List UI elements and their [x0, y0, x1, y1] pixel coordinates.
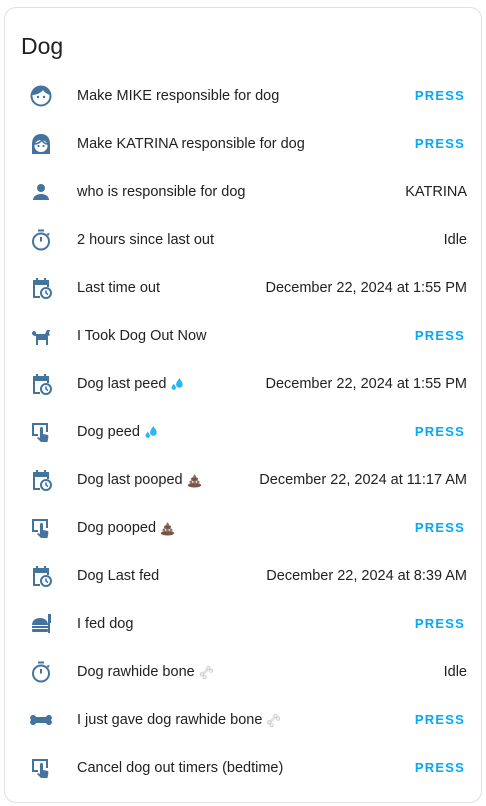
account-icon[interactable]	[29, 180, 53, 204]
entity-row[interactable]: I Took Dog Out Now PRESS	[5, 316, 483, 356]
entity-name-text: Dog rawhide bone	[77, 664, 195, 680]
entity-row[interactable]: 2 hours since last out Idle	[5, 220, 483, 260]
entity-name-text: Dog Last fed	[77, 568, 160, 584]
press-button[interactable]: PRESS	[407, 608, 473, 640]
entity-row[interactable]: Dog pooped PRESS	[5, 508, 483, 548]
calendar-clock-icon[interactable]	[29, 372, 53, 396]
entity-name[interactable]: who is responsible for dog	[77, 172, 245, 212]
poop-emoji	[160, 521, 175, 536]
entity-name-text: Dog last pooped	[77, 472, 183, 488]
gesture-tap-button-icon[interactable]	[29, 756, 53, 780]
entity-state: December 22, 2024 at 8:39 AM	[266, 568, 467, 584]
entity-row[interactable]: Dog rawhide bone Idle	[5, 652, 483, 692]
bone-emoji	[266, 713, 281, 728]
entity-name-text: who is responsible for dog	[77, 184, 246, 200]
entity-name[interactable]: I Took Dog Out Now	[77, 316, 207, 356]
entity-name[interactable]: 2 hours since last out	[77, 220, 214, 260]
entity-name[interactable]: I fed dog	[77, 604, 133, 644]
entity-name-text: Cancel dog out timers (bedtime)	[77, 760, 284, 776]
entity-row[interactable]: Last time out December 22, 2024 at 1:55 P…	[5, 268, 483, 308]
calendar-clock-icon[interactable]	[29, 276, 53, 300]
press-button[interactable]: PRESS	[407, 704, 473, 736]
entity-name[interactable]: Make KATRINA responsible for dog	[77, 124, 305, 164]
entity-row[interactable]: Dog Last fed December 22, 2024 at 8:39 AM	[5, 556, 483, 596]
entity-name[interactable]: Dog pooped	[77, 508, 175, 548]
gesture-tap-button-icon[interactable]	[29, 420, 53, 444]
entity-state: Idle	[443, 664, 467, 680]
press-button[interactable]: PRESS	[407, 80, 473, 112]
entity-state: KATRINA	[405, 184, 467, 200]
entity-row[interactable]: Cancel dog out timers (bedtime) PRESS	[5, 748, 483, 788]
droplets-emoji	[144, 425, 159, 440]
entity-row[interactable]: Make MIKE responsible for dog PRESS	[5, 76, 483, 116]
entity-name[interactable]: Dog Last fed	[77, 556, 159, 596]
dog-entities-card: Dog Make MIKE responsible for dog PRESS Ma…	[4, 7, 482, 803]
entity-state: Idle	[443, 232, 467, 248]
entity-name[interactable]: Dog last peed	[77, 364, 185, 404]
entity-state: December 22, 2024 at 1:55 PM	[265, 280, 467, 296]
entity-name[interactable]: Make MIKE responsible for dog	[77, 76, 279, 116]
press-button[interactable]: PRESS	[407, 416, 473, 448]
entity-row[interactable]: Make KATRINA responsible for dog PRESS	[5, 124, 483, 164]
entity-name-text: Dog peed	[77, 424, 140, 440]
food-icon[interactable]	[29, 612, 53, 636]
calendar-clock-icon[interactable]	[29, 564, 53, 588]
face-woman-icon[interactable]	[29, 132, 53, 156]
entity-name[interactable]: Dog peed	[77, 412, 159, 452]
entity-name-text: Make MIKE responsible for dog	[77, 88, 280, 104]
entity-name[interactable]: Dog last pooped	[77, 460, 202, 500]
entity-row[interactable]: Dog peed PRESS	[5, 412, 483, 452]
entity-name-text: I just gave dog rawhide bone	[77, 712, 263, 728]
timer-icon[interactable]	[29, 660, 53, 684]
entity-row[interactable]: who is responsible for dog KATRINA	[5, 172, 483, 212]
entity-name[interactable]: Cancel dog out timers (bedtime)	[77, 748, 283, 788]
entity-name-text: Make KATRINA responsible for dog	[77, 136, 305, 152]
entity-name-text: I Took Dog Out Now	[77, 328, 207, 344]
entity-state: December 22, 2024 at 11:17 AM	[259, 472, 467, 488]
entity-name-text: I fed dog	[77, 616, 134, 632]
press-button[interactable]: PRESS	[407, 320, 473, 352]
face-man-icon[interactable]	[29, 84, 53, 108]
entity-row[interactable]: I fed dog PRESS	[5, 604, 483, 644]
timer-icon[interactable]	[29, 228, 53, 252]
entity-name-text: Dog pooped	[77, 520, 157, 536]
entity-name-text: Dog last peed	[77, 376, 167, 392]
entity-row[interactable]: I just gave dog rawhide bone PRESS	[5, 700, 483, 740]
press-button[interactable]: PRESS	[407, 512, 473, 544]
gesture-tap-button-icon[interactable]	[29, 516, 53, 540]
press-button[interactable]: PRESS	[407, 752, 473, 784]
entity-name[interactable]: I just gave dog rawhide bone	[77, 700, 281, 740]
entity-name[interactable]: Dog rawhide bone	[77, 652, 214, 692]
droplets-emoji	[170, 377, 185, 392]
entity-state: December 22, 2024 at 1:55 PM	[265, 376, 467, 392]
entity-name-text: 2 hours since last out	[77, 232, 215, 248]
bone-emoji	[199, 665, 214, 680]
entity-name[interactable]: Last time out	[77, 268, 160, 308]
dog-icon[interactable]	[29, 324, 53, 348]
calendar-clock-icon[interactable]	[29, 468, 53, 492]
bone-icon[interactable]	[29, 708, 53, 732]
card-title: Dog	[21, 33, 64, 59]
entity-row[interactable]: Dog last pooped December 22, 2024 at 11:1…	[5, 460, 483, 500]
entity-name-text: Last time out	[77, 280, 161, 296]
entity-row[interactable]: Dog last peed December 22, 2024 at 1:55 P…	[5, 364, 483, 404]
poop-emoji	[187, 473, 202, 488]
press-button[interactable]: PRESS	[407, 128, 473, 160]
